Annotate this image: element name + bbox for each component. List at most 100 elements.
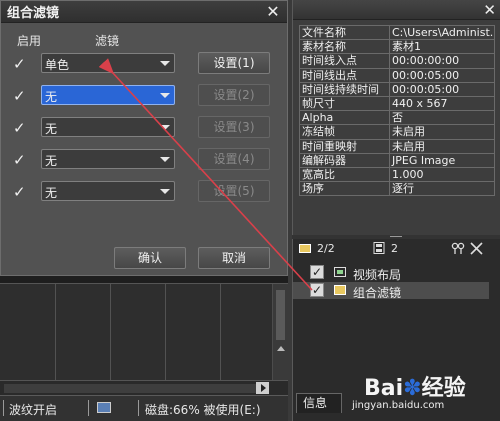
checkmark-icon[interactable]: ✓ [13, 56, 29, 72]
combined-filter-dialog: 组合滤镜 ✕ 启用 滤镜 ✓ 单色 设置(1) ✓ 无 设置(2) ✓ 无 设置… [0, 0, 288, 276]
property-value: 440 x 567 [389, 95, 495, 112]
settings-button-2[interactable]: 设置(2) [198, 84, 270, 106]
close-icon[interactable]: ✕ [483, 1, 496, 19]
filter-select-value: 单色 [45, 58, 70, 72]
timeline-divider [55, 284, 56, 380]
layer-item-video-layout[interactable]: ✓ 视频布局 [293, 264, 489, 282]
disk-usage-status: 磁盘:66% 被使用(E:) [145, 403, 261, 417]
baidu-jingyan-watermark: Bai✽经验 jingyan.baidu.com [352, 368, 498, 420]
close-icon[interactable]: ✕ [265, 3, 281, 20]
property-value: 未启用 [389, 138, 495, 154]
watermark-logo-text: Bai [364, 376, 404, 401]
monitor-icon[interactable] [97, 402, 111, 413]
filter-select-5[interactable]: 无 [41, 181, 175, 201]
filter-select-4[interactable]: 无 [41, 149, 175, 169]
property-value: 未启用 [389, 124, 495, 140]
paw-icon: ✽ [403, 376, 422, 401]
grip-icon [390, 236, 402, 238]
horizontal-scrollbar[interactable] [0, 380, 288, 395]
property-key: 宽高比 [299, 166, 390, 183]
chevron-down-icon [160, 93, 170, 98]
table-row: 时间线出点 00:00:05:00 [299, 67, 495, 83]
vertical-scrollbar[interactable] [272, 284, 288, 380]
status-separator [88, 400, 89, 416]
filter-select-1[interactable]: 单色 [41, 53, 175, 73]
property-key: 冻结帧 [299, 124, 390, 140]
timeline-area [0, 276, 288, 395]
watermark-logo: Bai✽经验 [364, 370, 466, 402]
status-separator [3, 400, 4, 416]
filter-select-2[interactable]: 无 [41, 85, 175, 105]
panel-title-bar [293, 0, 500, 20]
property-value: 00:00:05:00 [389, 67, 495, 83]
property-key: 编解码器 [299, 152, 390, 168]
tab-info[interactable]: 信息 [296, 393, 342, 413]
status-bar: 波纹开启 磁盘:66% 被使用(E:) [0, 395, 288, 421]
property-value: 素材1 [389, 39, 495, 55]
property-key: 素材名称 [299, 39, 390, 55]
scroll-arrow-icon[interactable] [277, 346, 285, 351]
watermark-url: jingyan.baidu.com [352, 400, 445, 411]
filmstrip-icon[interactable] [373, 242, 385, 254]
filter-row-3: ✓ 无 设置(3) [1, 116, 287, 139]
property-key: Alpha [299, 110, 390, 126]
dialog-title: 组合滤镜 [7, 6, 60, 21]
timeline-divider [165, 284, 166, 380]
settings-button-1[interactable]: 设置(1) [198, 52, 270, 74]
ripple-status[interactable]: 波纹开启 [9, 401, 57, 418]
checkmark-icon[interactable]: ✓ [13, 120, 29, 136]
cancel-button[interactable]: 取消 [198, 247, 270, 269]
checkmark-icon[interactable]: ✓ [13, 184, 29, 200]
layer-label: 视频布局 [353, 268, 402, 282]
layer-count: 2 [391, 242, 398, 255]
property-value: C:\Users\Administ... [389, 24, 495, 41]
table-row: 时间线入点 00:00:00:00 [299, 53, 495, 69]
chevron-down-icon [160, 157, 170, 162]
property-key: 时间重映射 [299, 138, 390, 154]
filter-select-value: 无 [45, 90, 58, 104]
property-key: 时间线入点 [299, 53, 390, 69]
page-indicator: 2/2 [317, 242, 335, 255]
settings-button-3[interactable]: 设置(3) [198, 116, 270, 138]
filter-select-value: 无 [45, 122, 58, 136]
filter-select-3[interactable]: 无 [41, 117, 175, 137]
settings-button-5[interactable]: 设置(5) [198, 180, 270, 202]
ok-button[interactable]: 确认 [114, 247, 186, 269]
filter-column-header: 滤镜 [95, 34, 120, 48]
delete-icon[interactable] [470, 242, 483, 255]
dialog-body: 启用 滤镜 ✓ 单色 设置(1) ✓ 无 设置(2) ✓ 无 设置(3) ✓ 无… [1, 23, 287, 275]
layer-checkbox[interactable]: ✓ [310, 265, 324, 279]
scroll-right-arrow-icon[interactable] [256, 382, 269, 394]
timeline-strip [0, 276, 288, 284]
property-value: 00:00:00:00 [389, 53, 495, 69]
dialog-title-bar[interactable]: 组合滤镜 ✕ [1, 1, 287, 23]
properties-table: 文件名称 C:\Users\Administ... 素材名称 素材1 时间线入点 00… [299, 24, 495, 197]
link-icon[interactable] [451, 241, 465, 255]
table-row: 冻结帧 未启用 [299, 124, 495, 140]
filter-select-value: 无 [45, 186, 58, 200]
layer-label: 组合滤镜 [353, 286, 402, 300]
table-row: 时间线持续时间 00:00:05:00 [299, 81, 495, 97]
layer-item-combined-filter[interactable]: ✓ 组合滤镜 [293, 282, 489, 300]
scroll-thumb[interactable] [276, 290, 285, 340]
layer-checkbox[interactable]: ✓ [310, 283, 324, 297]
folder-icon[interactable] [299, 243, 311, 253]
checkmark-icon[interactable]: ✓ [13, 152, 29, 168]
property-key: 帧尺寸 [299, 95, 390, 112]
table-row: 宽高比 1.000 [299, 166, 495, 183]
property-value: 否 [389, 110, 495, 126]
filter-row-5: ✓ 无 设置(5) [1, 180, 287, 203]
enable-column-header: 启用 [17, 34, 42, 48]
scroll-thumb[interactable] [4, 384, 256, 393]
table-row: 编解码器 JPEG Image [299, 152, 495, 168]
table-row: 素材名称 素材1 [299, 39, 495, 55]
property-key: 文件名称 [299, 24, 390, 41]
property-key: 时间线持续时间 [299, 81, 390, 97]
settings-button-4[interactable]: 设置(4) [198, 148, 270, 170]
checkmark-icon[interactable]: ✓ [13, 88, 29, 104]
table-row: 帧尺寸 440 x 567 [299, 95, 495, 112]
status-separator [138, 400, 139, 416]
filter-row-1: ✓ 单色 设置(1) [1, 52, 287, 75]
property-value: 00:00:05:00 [389, 81, 495, 97]
timeline-divider [220, 284, 221, 380]
